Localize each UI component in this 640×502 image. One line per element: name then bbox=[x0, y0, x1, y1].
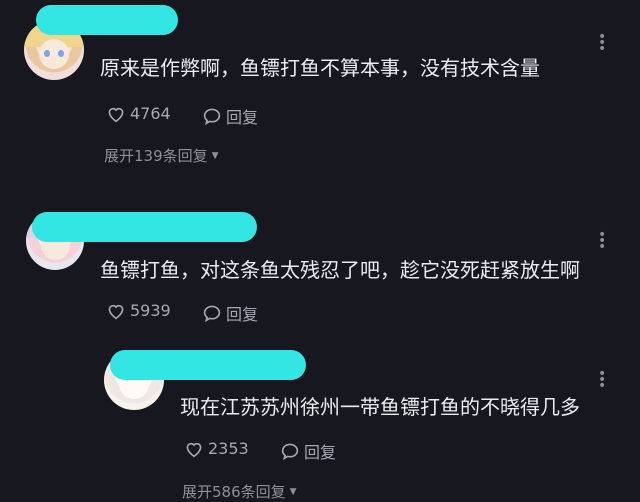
reply-button[interactable]: 回复 bbox=[202, 301, 258, 325]
more-dots-icon[interactable]: • • • bbox=[598, 30, 618, 56]
username-redacted bbox=[36, 5, 178, 35]
comment-text: 原来是作弊啊，鱼镖打鱼不算本事，没有技术含量 bbox=[100, 56, 540, 80]
username-redacted bbox=[110, 350, 306, 380]
like-button[interactable]: 5939 bbox=[106, 301, 171, 320]
username-redacted bbox=[32, 212, 257, 242]
heart-outline-icon bbox=[108, 107, 124, 122]
caret-down-icon: ▼ bbox=[211, 150, 219, 161]
comment-text: 鱼镖打鱼，对这条鱼太残忍了吧，趁它没死赶紧放生啊 bbox=[100, 258, 580, 282]
like-count: 2353 bbox=[208, 439, 249, 458]
like-count: 5939 bbox=[130, 301, 171, 320]
reply-label: 回复 bbox=[304, 443, 337, 462]
like-button[interactable]: 2353 bbox=[184, 439, 249, 458]
speech-bubble-icon bbox=[281, 443, 299, 460]
like-button[interactable]: 4764 bbox=[106, 104, 171, 123]
expand-replies-button[interactable]: 展开139条回复 ▼ bbox=[104, 145, 219, 166]
like-count: 4764 bbox=[130, 104, 171, 123]
expand-replies-label: 展开586条回复 bbox=[182, 483, 286, 501]
expand-replies-label: 展开139条回复 bbox=[104, 147, 208, 165]
speech-bubble-icon bbox=[203, 305, 221, 322]
caret-down-icon: ▼ bbox=[289, 486, 297, 497]
heart-outline-icon bbox=[186, 442, 202, 457]
reply-label: 回复 bbox=[226, 108, 259, 127]
reply-button[interactable]: 回复 bbox=[202, 104, 258, 128]
more-dots-icon[interactable]: • • • bbox=[598, 367, 618, 393]
reply-label: 回复 bbox=[226, 305, 259, 324]
reply-text: 现在江苏苏州徐州一带鱼镖打鱼的不晓得几多 bbox=[180, 395, 580, 419]
more-dots-icon[interactable]: • • • bbox=[598, 228, 618, 254]
reply-button[interactable]: 回复 bbox=[280, 439, 336, 463]
heart-outline-icon bbox=[108, 304, 124, 319]
expand-replies-button[interactable]: 展开586条回复 ▼ bbox=[182, 481, 297, 502]
avatar-eye bbox=[57, 50, 64, 58]
speech-bubble-icon bbox=[203, 108, 221, 125]
